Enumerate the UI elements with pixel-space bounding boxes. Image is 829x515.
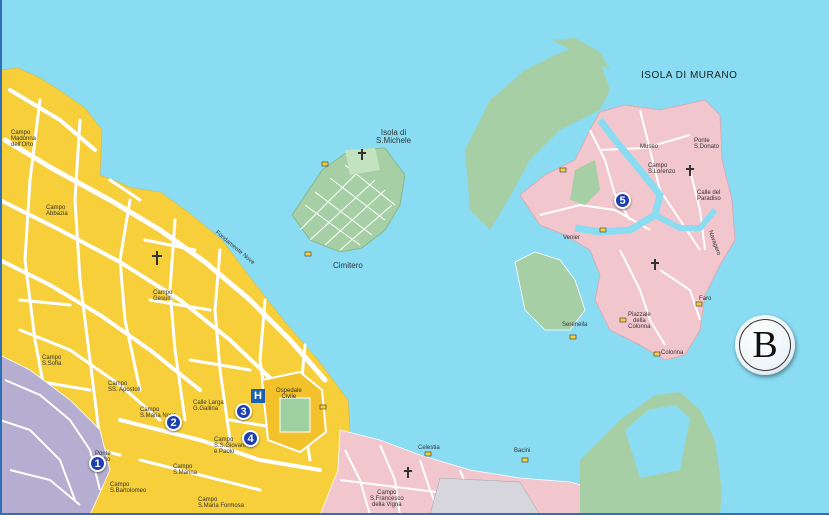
hospital-icon[interactable]: H [251,389,265,403]
campo-s-bartolomeo-label: Campo S.Bartolomeo [110,482,147,494]
cross-icon [404,467,412,478]
campo-ss-apostoli-label: Campo SS. Apostoli [108,381,141,393]
calle-paradiso-label: Calle del Paradiso [697,190,721,202]
murano-label: ISOLA DI MURANO [641,70,738,81]
cross-icon [358,149,366,160]
campo-s-maria-formosa-label: Campo S.Maria Formosa [198,497,245,509]
campo-s-lorenzo-label: Campo S.Lorenzo [648,163,676,175]
campo-s-sofia-label: Campo S.Sofia [42,355,62,367]
cross-icon [152,251,162,265]
marker-1[interactable]: 1 [89,455,106,472]
piazzale-colonna-label: Piazzale della Colonna [628,312,651,330]
bacini-label: Bacini [514,448,531,454]
campo-s-marina-label: Campo S.Marina [173,464,198,476]
colonna-label: Colonna [661,350,684,356]
cimitero-label: Cimitero [333,261,363,270]
calle-larga-label: Calle Larga G.Gallina [193,400,224,412]
celestia-label: Celestia [418,445,440,451]
faro-label: Faro [699,296,712,302]
cross-icon [651,259,659,270]
marker-4[interactable]: 4 [242,430,259,447]
campo-s-francesco-label: Campo S.Francesco della Vigna [370,490,404,508]
marker-3[interactable]: 3 [235,403,252,420]
ponte-donato-label: Ponte S.Donato [694,138,720,150]
venice-map[interactable]: ISOLA DI MURANO Isola di S.Michele Cimit… [0,0,829,515]
campo-gesuiti-label: Campo Gesuiti [153,290,173,302]
serenella-label: Serenella [562,322,588,328]
brand-logo: B [735,315,795,375]
marker-2[interactable]: 2 [165,414,182,431]
san-michele-label: Isola di S.Michele [376,128,412,145]
marker-5[interactable]: 5 [614,192,631,209]
museo-label: Museo [640,144,659,150]
brand-logo-letter: B [739,319,791,371]
campo-abbazia-label: Campo Abbazia [46,205,68,217]
venier-label: Venier [563,235,581,241]
ospedale-label: Ospedale Civile [276,388,302,400]
campo-madonna-label: Campo Madonna dell'Orto [11,130,37,148]
cross-icon [686,165,694,176]
